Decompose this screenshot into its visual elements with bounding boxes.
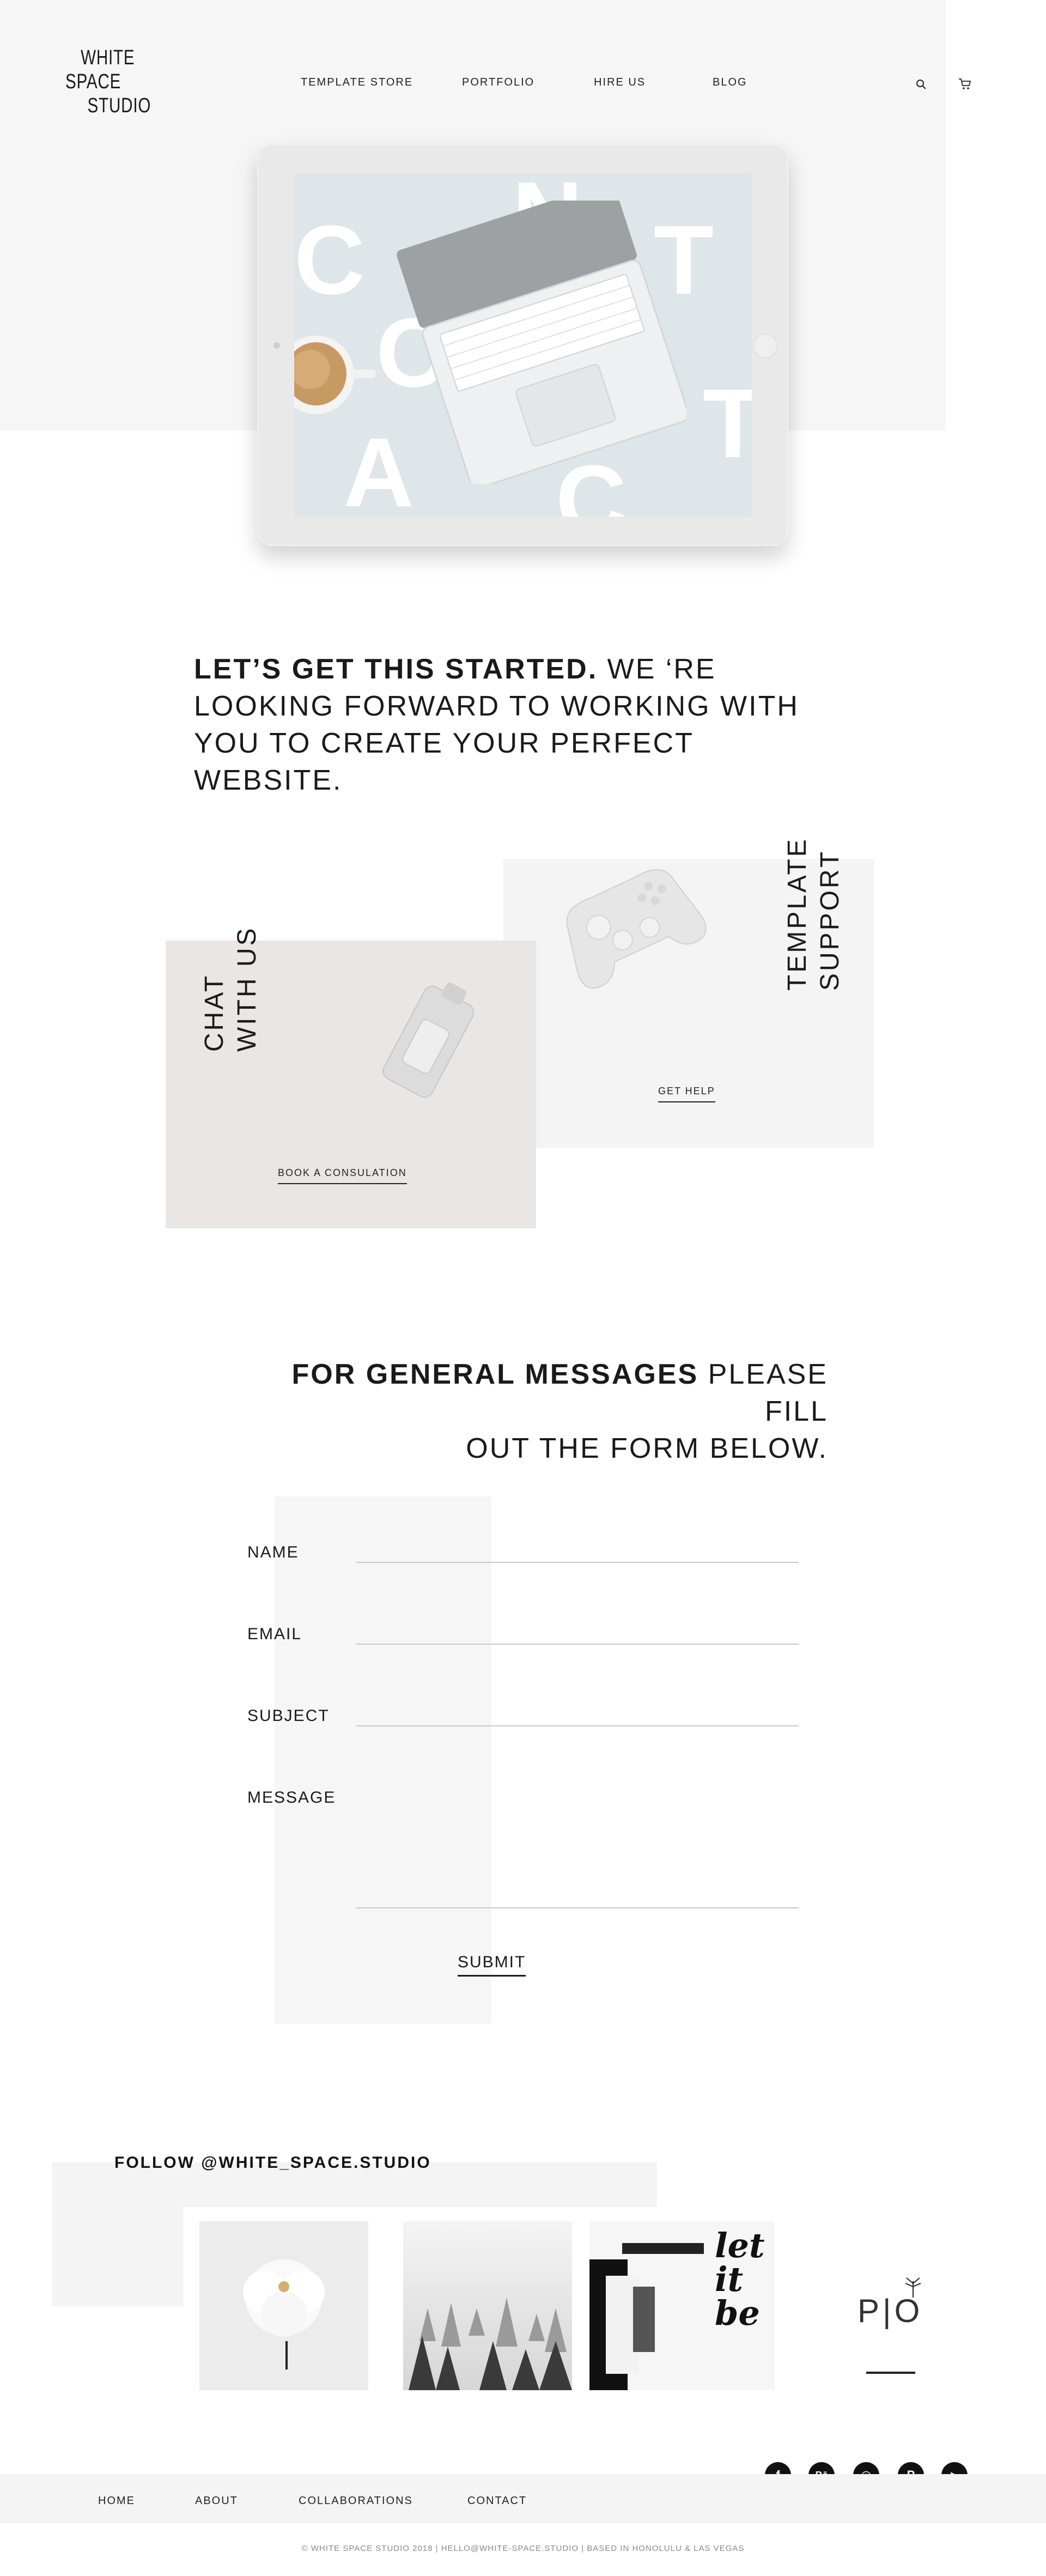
message-label: MESSAGE	[247, 1789, 336, 1807]
logo-tagline-bar	[866, 2372, 915, 2374]
nav-template-store[interactable]: TEMPLATE STORE	[301, 76, 413, 89]
pineapple-icon	[905, 2277, 921, 2298]
subject-label: SUBJECT	[247, 1707, 330, 1725]
instagram-tile-let-it-be[interactable]: let it be	[589, 2207, 776, 2399]
chat-title-line-2: WITH US	[233, 926, 262, 1052]
subject-input[interactable]	[356, 1700, 799, 1724]
hero-letter: C	[294, 205, 365, 315]
chat-with-us-card: CHAT WITH US BOOK A CONSULATION	[166, 926, 536, 1228]
name-input[interactable]	[356, 1537, 799, 1561]
chat-with-us-title: CHAT WITH US	[198, 926, 264, 1052]
footer-nav-home[interactable]: HOME	[98, 2495, 135, 2507]
template-support-title: TEMPLATE SUPPORT	[781, 837, 847, 991]
instagram-tile-forest[interactable]	[387, 2207, 583, 2399]
message-input[interactable]	[356, 1782, 799, 1902]
flower-photo	[199, 2221, 368, 2390]
hero-image: C O N T A C T	[294, 173, 752, 517]
nav-blog[interactable]: BLOG	[713, 76, 747, 89]
subject-underline	[356, 1725, 799, 1726]
chat-title-line-1: CHAT	[200, 973, 229, 1052]
general-messages-heading: FOR GENERAL MESSAGES PLEASE FILL OUT THE…	[262, 1356, 828, 1467]
gamepad-illustration	[566, 869, 707, 989]
nav-hire-us[interactable]: HIRE US	[594, 76, 646, 89]
footer-nav-about[interactable]: ABOUT	[195, 2495, 238, 2507]
email-input[interactable]	[356, 1619, 799, 1642]
follow-instagram-heading[interactable]: FOLLOW @WHITE_SPACE.STUDIO	[114, 2154, 431, 2172]
logo-line-2: SPACE	[65, 70, 121, 93]
footer-nav-contact[interactable]: CONTACT	[467, 2495, 527, 2507]
intro-bold: LET’S GET THIS STARTED.	[194, 653, 598, 685]
name-underline	[356, 1562, 799, 1563]
instagram-background-block	[52, 2207, 183, 2306]
cart-icon[interactable]	[958, 77, 972, 90]
search-icon[interactable]	[915, 78, 927, 90]
general-rest: PLEASE FILL	[698, 1359, 828, 1427]
forest-photo	[403, 2221, 572, 2390]
copyright-text: © WHITE SPACE STUDIO 2018 | HELLO@WHITE-…	[301, 2544, 745, 2553]
form-accent-strip	[275, 1496, 491, 2024]
tablet-home-button	[753, 334, 778, 359]
nav-portfolio[interactable]: PORTFOLIO	[462, 76, 534, 89]
intro-text: LET’S GET THIS STARTED. WE ‘RE LOOKING F…	[194, 651, 848, 799]
general-line-2: OUT THE FORM BELOW.	[466, 1433, 828, 1464]
let-it-be-text: let it be	[715, 2226, 765, 2333]
instagram-tile-logo[interactable]: P|O	[801, 2213, 986, 2398]
hero-letter: T	[703, 369, 752, 478]
template-support-card: TEMPLATE SUPPORT GET HELP	[503, 837, 874, 1148]
footer-nav-collaborations[interactable]: COLLABORATIONS	[299, 2495, 413, 2507]
email-underline	[356, 1644, 799, 1645]
support-title-line-2: SUPPORT	[816, 849, 844, 991]
message-underline	[356, 1907, 799, 1908]
email-label: EMAIL	[247, 1625, 302, 1643]
name-label: NAME	[247, 1543, 299, 1561]
general-line-1: FOR GENERAL MESSAGES PLEASE FILL	[262, 1356, 828, 1430]
coffee-cup-illustration	[294, 336, 376, 414]
logo-line-3: STUDIO	[87, 94, 151, 117]
book-consultation-link[interactable]: BOOK A CONSULATION	[278, 1167, 407, 1184]
laptop-illustration	[397, 201, 686, 484]
brand-logo[interactable]: WHITE SPACE STUDIO	[65, 46, 151, 122]
submit-button[interactable]: SUBMIT	[458, 1953, 526, 1977]
stapler-illustration	[382, 982, 475, 1098]
instagram-tile-flower[interactable]	[184, 2207, 381, 2399]
support-title-line-1: TEMPLATE	[783, 837, 812, 991]
general-bold: FOR GENERAL MESSAGES	[291, 1359, 699, 1390]
get-help-link[interactable]: GET HELP	[658, 1086, 715, 1102]
po-logo-text: P|O	[858, 2293, 923, 2329]
tablet-camera	[273, 342, 280, 349]
logo-line-1: WHITE	[81, 46, 135, 69]
